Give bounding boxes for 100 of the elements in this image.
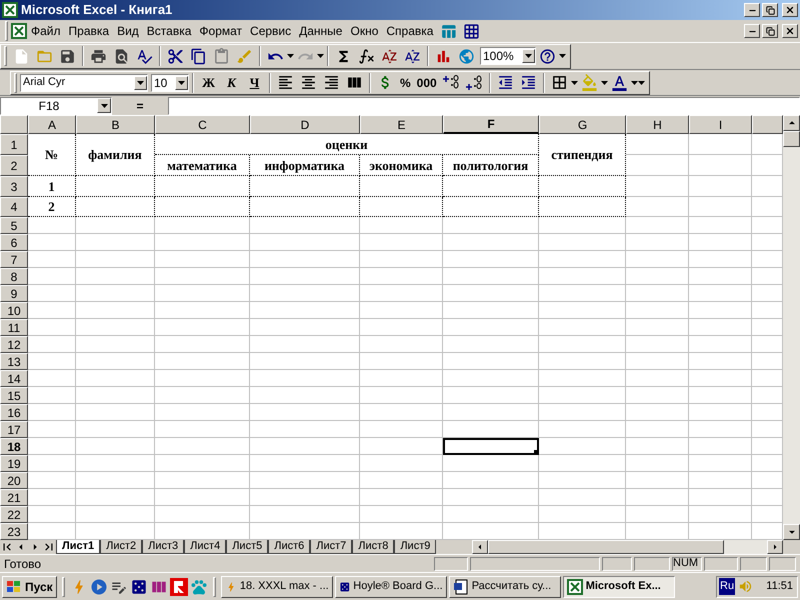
logo-icon[interactable] [170, 578, 188, 596]
menu-item[interactable]: Файл [27, 22, 65, 40]
scroll-thumb[interactable] [488, 540, 724, 554]
minimize-button[interactable] [744, 24, 760, 38]
table-cell [752, 489, 783, 506]
column-header[interactable]: A [28, 115, 76, 134]
sheet-tab[interactable]: Лист2 [100, 540, 142, 554]
selected-cell[interactable] [443, 438, 539, 455]
font-field[interactable]: Arial Cyr [20, 74, 148, 92]
zoom-field[interactable]: 100% [480, 47, 536, 65]
caret-icon[interactable] [287, 54, 294, 58]
table-cell [626, 387, 689, 404]
row-header[interactable]: 19 [0, 455, 28, 472]
taskbar-button[interactable]: Hoyle® Board G... [334, 576, 447, 598]
sheet-tab[interactable]: Лист3 [142, 540, 184, 554]
horizontal-scrollbar[interactable] [472, 540, 783, 554]
sheet-tab[interactable]: Лист8 [352, 540, 394, 554]
menu-item[interactable]: Справка [382, 22, 438, 40]
sheet-tab[interactable]: Лист6 [268, 540, 310, 554]
restore-button[interactable] [762, 3, 778, 17]
sheet-tab[interactable]: Лист7 [310, 540, 352, 554]
sheet-tab[interactable]: Лист9 [394, 540, 436, 554]
dropdown-icon[interactable] [525, 54, 532, 58]
menu-item[interactable]: Правка [64, 22, 114, 40]
row-header[interactable]: 9 [0, 285, 28, 302]
column-header[interactable] [752, 115, 783, 134]
formula-field[interactable] [168, 96, 800, 114]
dropdown-icon[interactable] [178, 80, 185, 84]
menu-item[interactable]: Окно [346, 22, 382, 40]
scroll-left-button[interactable] [472, 540, 488, 554]
row-header[interactable]: 7 [0, 251, 28, 268]
close-button[interactable] [782, 3, 798, 17]
number-format-button[interactable]: % [397, 72, 414, 94]
game-icon[interactable] [130, 578, 148, 596]
menu-item[interactable]: Вид [113, 22, 143, 40]
name-box[interactable]: F18 [0, 96, 112, 114]
table-cell [28, 506, 76, 523]
row-header[interactable]: 5 [0, 217, 28, 234]
row-header[interactable]: 12 [0, 336, 28, 353]
dropdown-icon[interactable] [100, 104, 108, 108]
row-header[interactable]: 8 [0, 268, 28, 285]
row-header[interactable]: 14 [0, 370, 28, 387]
row-header[interactable]: 3 [0, 176, 28, 197]
close-button[interactable] [782, 24, 798, 38]
caret-icon[interactable] [317, 54, 324, 58]
row-header[interactable]: 21 [0, 489, 28, 506]
menu-item[interactable]: Данные [295, 22, 346, 40]
taskbar-button[interactable]: 18. XXXL max - ... [220, 576, 333, 598]
column-header[interactable]: D [250, 115, 360, 134]
row-header[interactable]: 10 [0, 302, 28, 319]
start-button[interactable]: Пуск [2, 576, 57, 598]
menu-item[interactable]: Сервис [246, 22, 296, 40]
menu-item[interactable]: Вставка [142, 22, 196, 40]
play-icon[interactable] [90, 578, 108, 596]
caret-icon[interactable] [559, 54, 566, 58]
column-header[interactable]: C [155, 115, 250, 134]
column-header[interactable]: F [443, 115, 539, 134]
font-size-field[interactable]: 10 [151, 74, 189, 92]
sheet-tab[interactable]: Лист5 [226, 540, 268, 554]
sheet-tab[interactable]: Лист4 [184, 540, 226, 554]
menu-item[interactable]: Формат [195, 22, 246, 40]
column-header[interactable]: G [539, 115, 626, 134]
taskbar-button[interactable]: Рассчитать су... [448, 576, 561, 598]
row-header[interactable]: 2 [0, 155, 28, 176]
scroll-thumb[interactable] [783, 131, 800, 147]
scroll-up-button[interactable] [783, 115, 800, 131]
caret-icon[interactable] [600, 80, 608, 84]
row-header[interactable]: 18 [0, 438, 28, 455]
row-header[interactable]: 1 [0, 134, 28, 155]
row-header[interactable]: 13 [0, 353, 28, 370]
taskbar-button[interactable]: Microsoft Ex... [562, 576, 675, 598]
equals-sign[interactable]: = [112, 96, 168, 114]
restore-button[interactable] [762, 24, 778, 38]
scroll-right-button[interactable] [767, 540, 783, 554]
column-header[interactable]: I [689, 115, 752, 134]
column-header[interactable]: H [626, 115, 689, 134]
number-format-button[interactable]: 000 [414, 72, 440, 94]
table-cell [28, 336, 76, 353]
dropdown-icon[interactable] [137, 80, 144, 84]
caret-icon[interactable] [570, 80, 578, 84]
row-header[interactable]: 16 [0, 404, 28, 421]
row-header[interactable]: 23 [0, 523, 28, 540]
italic-button[interactable]: К [220, 72, 243, 94]
column-header[interactable]: E [360, 115, 443, 134]
row-header[interactable]: 20 [0, 472, 28, 489]
row-header[interactable]: 15 [0, 387, 28, 404]
row-header[interactable]: 11 [0, 319, 28, 336]
bold-button[interactable]: Ж [197, 72, 220, 94]
row-header[interactable]: 4 [0, 197, 28, 217]
language-indicator[interactable]: Ru [719, 578, 736, 595]
row-header[interactable]: 22 [0, 506, 28, 523]
select-all-button[interactable] [0, 115, 28, 134]
underline-button[interactable]: Ч [243, 72, 266, 94]
vertical-scrollbar[interactable] [783, 115, 800, 540]
sheet-tab[interactable]: Лист1 [56, 540, 100, 554]
minimize-button[interactable] [744, 3, 760, 17]
column-header[interactable]: B [76, 115, 155, 134]
row-header[interactable]: 6 [0, 234, 28, 251]
scroll-down-button[interactable] [783, 524, 800, 540]
row-header[interactable]: 17 [0, 421, 28, 438]
